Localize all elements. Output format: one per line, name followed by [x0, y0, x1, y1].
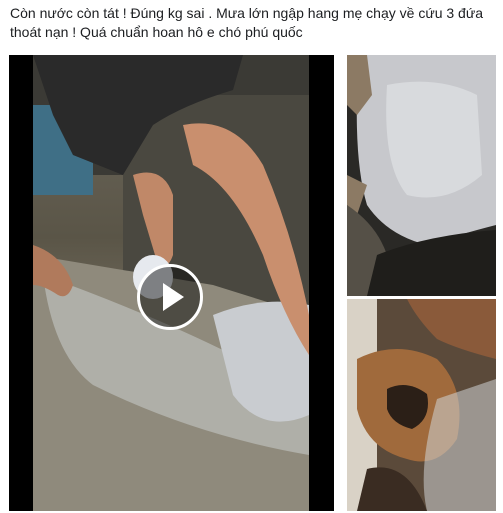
media-grid: [9, 55, 496, 511]
post-text: Còn nước còn tát ! Đúng kg sai . Mưa lớn…: [10, 5, 483, 40]
puddle-image: [347, 55, 496, 296]
puddle-photo[interactable]: [347, 55, 496, 296]
video-player[interactable]: [9, 55, 334, 511]
play-icon: [163, 283, 184, 311]
puppies-image: [347, 299, 496, 511]
puppies-photo[interactable]: [347, 299, 496, 511]
play-button[interactable]: [137, 264, 203, 330]
